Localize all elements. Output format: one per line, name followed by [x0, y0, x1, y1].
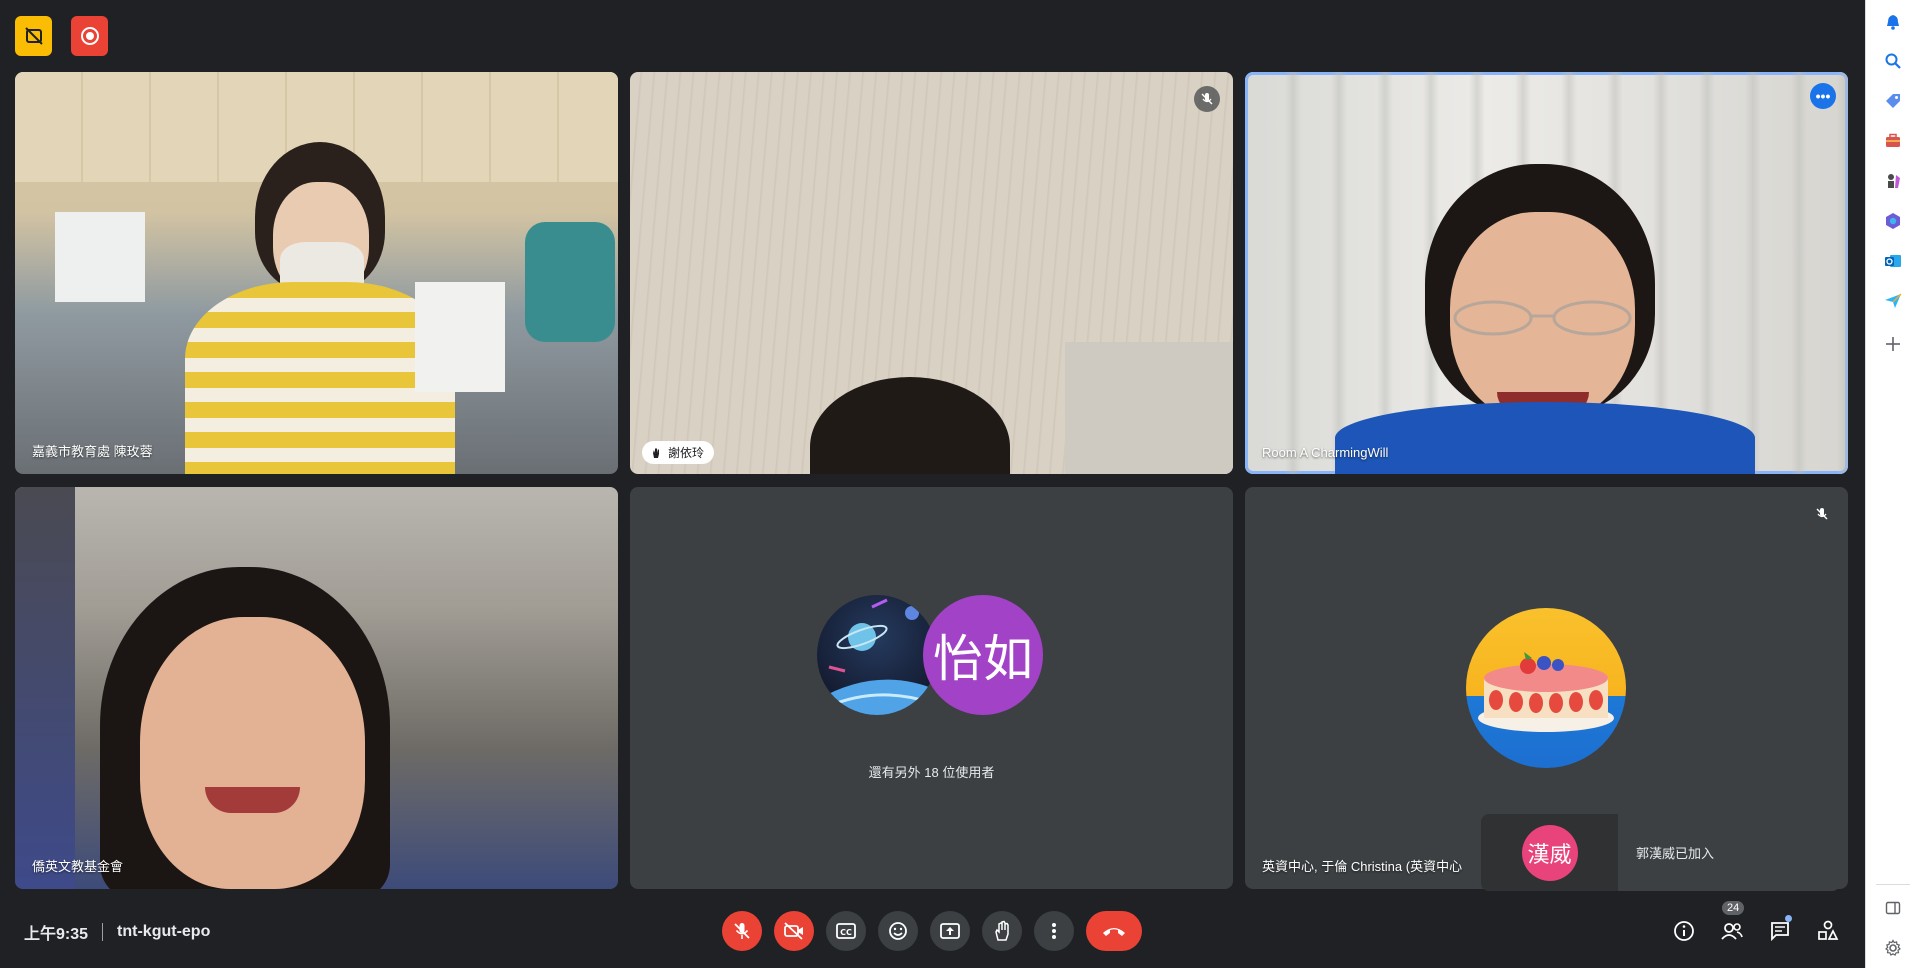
send-plane-icon[interactable]: [1883, 291, 1903, 311]
wall-panel: [1065, 342, 1233, 474]
person-hair: [810, 377, 1010, 474]
copilot-icon[interactable]: [1883, 211, 1903, 231]
meeting-code: tnt-kgut-epo: [117, 923, 211, 940]
split-view-icon[interactable]: [1883, 898, 1903, 918]
participant-tile[interactable]: 嘉義市教育處 陳玫蓉: [15, 72, 618, 474]
toast-avatar-area: 漢威: [1481, 814, 1618, 891]
app-root: 嘉義市教育處 陳玫蓉 謝依玲 ••• Room A CharmingWill 僑…: [0, 0, 1920, 968]
call-end-icon: [1103, 928, 1125, 936]
outlook-icon[interactable]: [1883, 251, 1903, 271]
people-icon: [1721, 923, 1743, 940]
chat-icon: [1771, 922, 1789, 942]
car-door: [15, 487, 75, 889]
participant-count-badge: 24: [1722, 901, 1745, 915]
participant-name: 謝依玲: [668, 446, 705, 460]
tag-icon[interactable]: [1883, 91, 1903, 111]
call-controls: CC: [722, 911, 1142, 951]
side-panel-extensions: [1865, 0, 1920, 968]
avatar-planet-icon: [817, 595, 937, 715]
search-icon[interactable]: [1883, 51, 1903, 71]
meeting-details: 上午9:35 tnt-kgut-epo: [24, 920, 210, 944]
participant-name: 嘉義市教育處 陳玫蓉: [32, 444, 153, 459]
meet-stage: 嘉義市教育處 陳玫蓉 謝依玲 ••• Room A CharmingWill 僑…: [0, 0, 1865, 968]
smile: [205, 787, 300, 813]
participant-avatar: 怡如: [923, 595, 1043, 715]
reactions-button[interactable]: [878, 911, 918, 951]
blue-shirt: [1335, 402, 1755, 474]
meeting-details-button[interactable]: [1664, 911, 1704, 951]
briefcase-icon[interactable]: [1883, 131, 1903, 151]
unread-dot: [1785, 915, 1792, 922]
join-notification: 漢威 郭漢威已加入: [1481, 814, 1840, 891]
add-icon[interactable]: [1883, 334, 1903, 354]
muted-mic-icon: [1194, 86, 1220, 112]
participant-name-pill: 謝依玲: [642, 441, 715, 464]
join-message: 郭漢威已加入: [1636, 846, 1715, 861]
participant-name: 英資中心, 于倫 Christina (英資中心: [1262, 859, 1463, 874]
joined-avatar: 漢威: [1521, 824, 1578, 881]
videocam-off-icon: [784, 922, 803, 940]
avatar-cake-icon: [1466, 608, 1626, 768]
hand-raised-icon: [653, 447, 659, 458]
chess-icon[interactable]: [1883, 171, 1903, 191]
captions-off-indicator-icon[interactable]: [15, 16, 52, 56]
captions-button[interactable]: CC: [826, 911, 866, 951]
settings-icon[interactable]: [1883, 938, 1903, 958]
avatar-stack: 怡如: [817, 595, 1057, 717]
more-vert-icon: [1052, 923, 1056, 939]
activities-icon: [1818, 920, 1839, 940]
closed-caption-icon: CC: [836, 923, 856, 939]
present-to-all-icon: [940, 923, 960, 939]
participant-tile[interactable]: 謝依玲: [630, 72, 1233, 474]
participant-tile[interactable]: 僑英文教基金會: [15, 487, 618, 889]
others-count-label: 還有另外 18 位使用者: [868, 765, 995, 780]
sidebar-divider: [1876, 884, 1910, 885]
notifications-icon[interactable]: [1883, 12, 1903, 32]
muted-mic-icon: [1809, 501, 1835, 527]
svg-text:CC: CC: [840, 928, 852, 937]
paper-stack: [55, 212, 145, 302]
leave-call-button[interactable]: [1086, 911, 1142, 951]
activities-button[interactable]: [1808, 911, 1848, 951]
side-controls: 24: [1664, 901, 1848, 951]
more-options-button[interactable]: [1034, 911, 1074, 951]
hand-icon: [995, 920, 1009, 941]
more-options-icon[interactable]: •••: [1810, 83, 1836, 109]
bottom-bar: 上午9:35 tnt-kgut-epo CC 24: [0, 900, 1865, 968]
emoji-icon: [889, 922, 907, 940]
storage-boxes: [415, 282, 505, 392]
person-face: [140, 617, 365, 889]
chat-button[interactable]: [1760, 911, 1800, 951]
separator: [102, 923, 104, 941]
raise-hand-button[interactable]: [982, 911, 1022, 951]
present-button[interactable]: [930, 911, 970, 951]
info-icon: [1674, 921, 1694, 941]
participant-name: 僑英文教基金會: [32, 859, 124, 874]
participant-tile-active-speaker[interactable]: ••• Room A CharmingWill: [1245, 72, 1848, 474]
glasses-icon: [1445, 300, 1640, 336]
participant-name: Room A CharmingWill: [1262, 445, 1389, 460]
office-chair: [525, 222, 615, 342]
mic-off-button[interactable]: [722, 911, 762, 951]
people-button[interactable]: 24: [1712, 901, 1752, 951]
recording-icon[interactable]: [71, 16, 108, 56]
camera-off-button[interactable]: [774, 911, 814, 951]
others-tile[interactable]: 怡如 還有另外 18 位使用者: [630, 487, 1233, 889]
top-indicators: [15, 16, 108, 56]
mic-off-icon: [734, 923, 750, 939]
meeting-time: 上午9:35: [24, 926, 89, 943]
